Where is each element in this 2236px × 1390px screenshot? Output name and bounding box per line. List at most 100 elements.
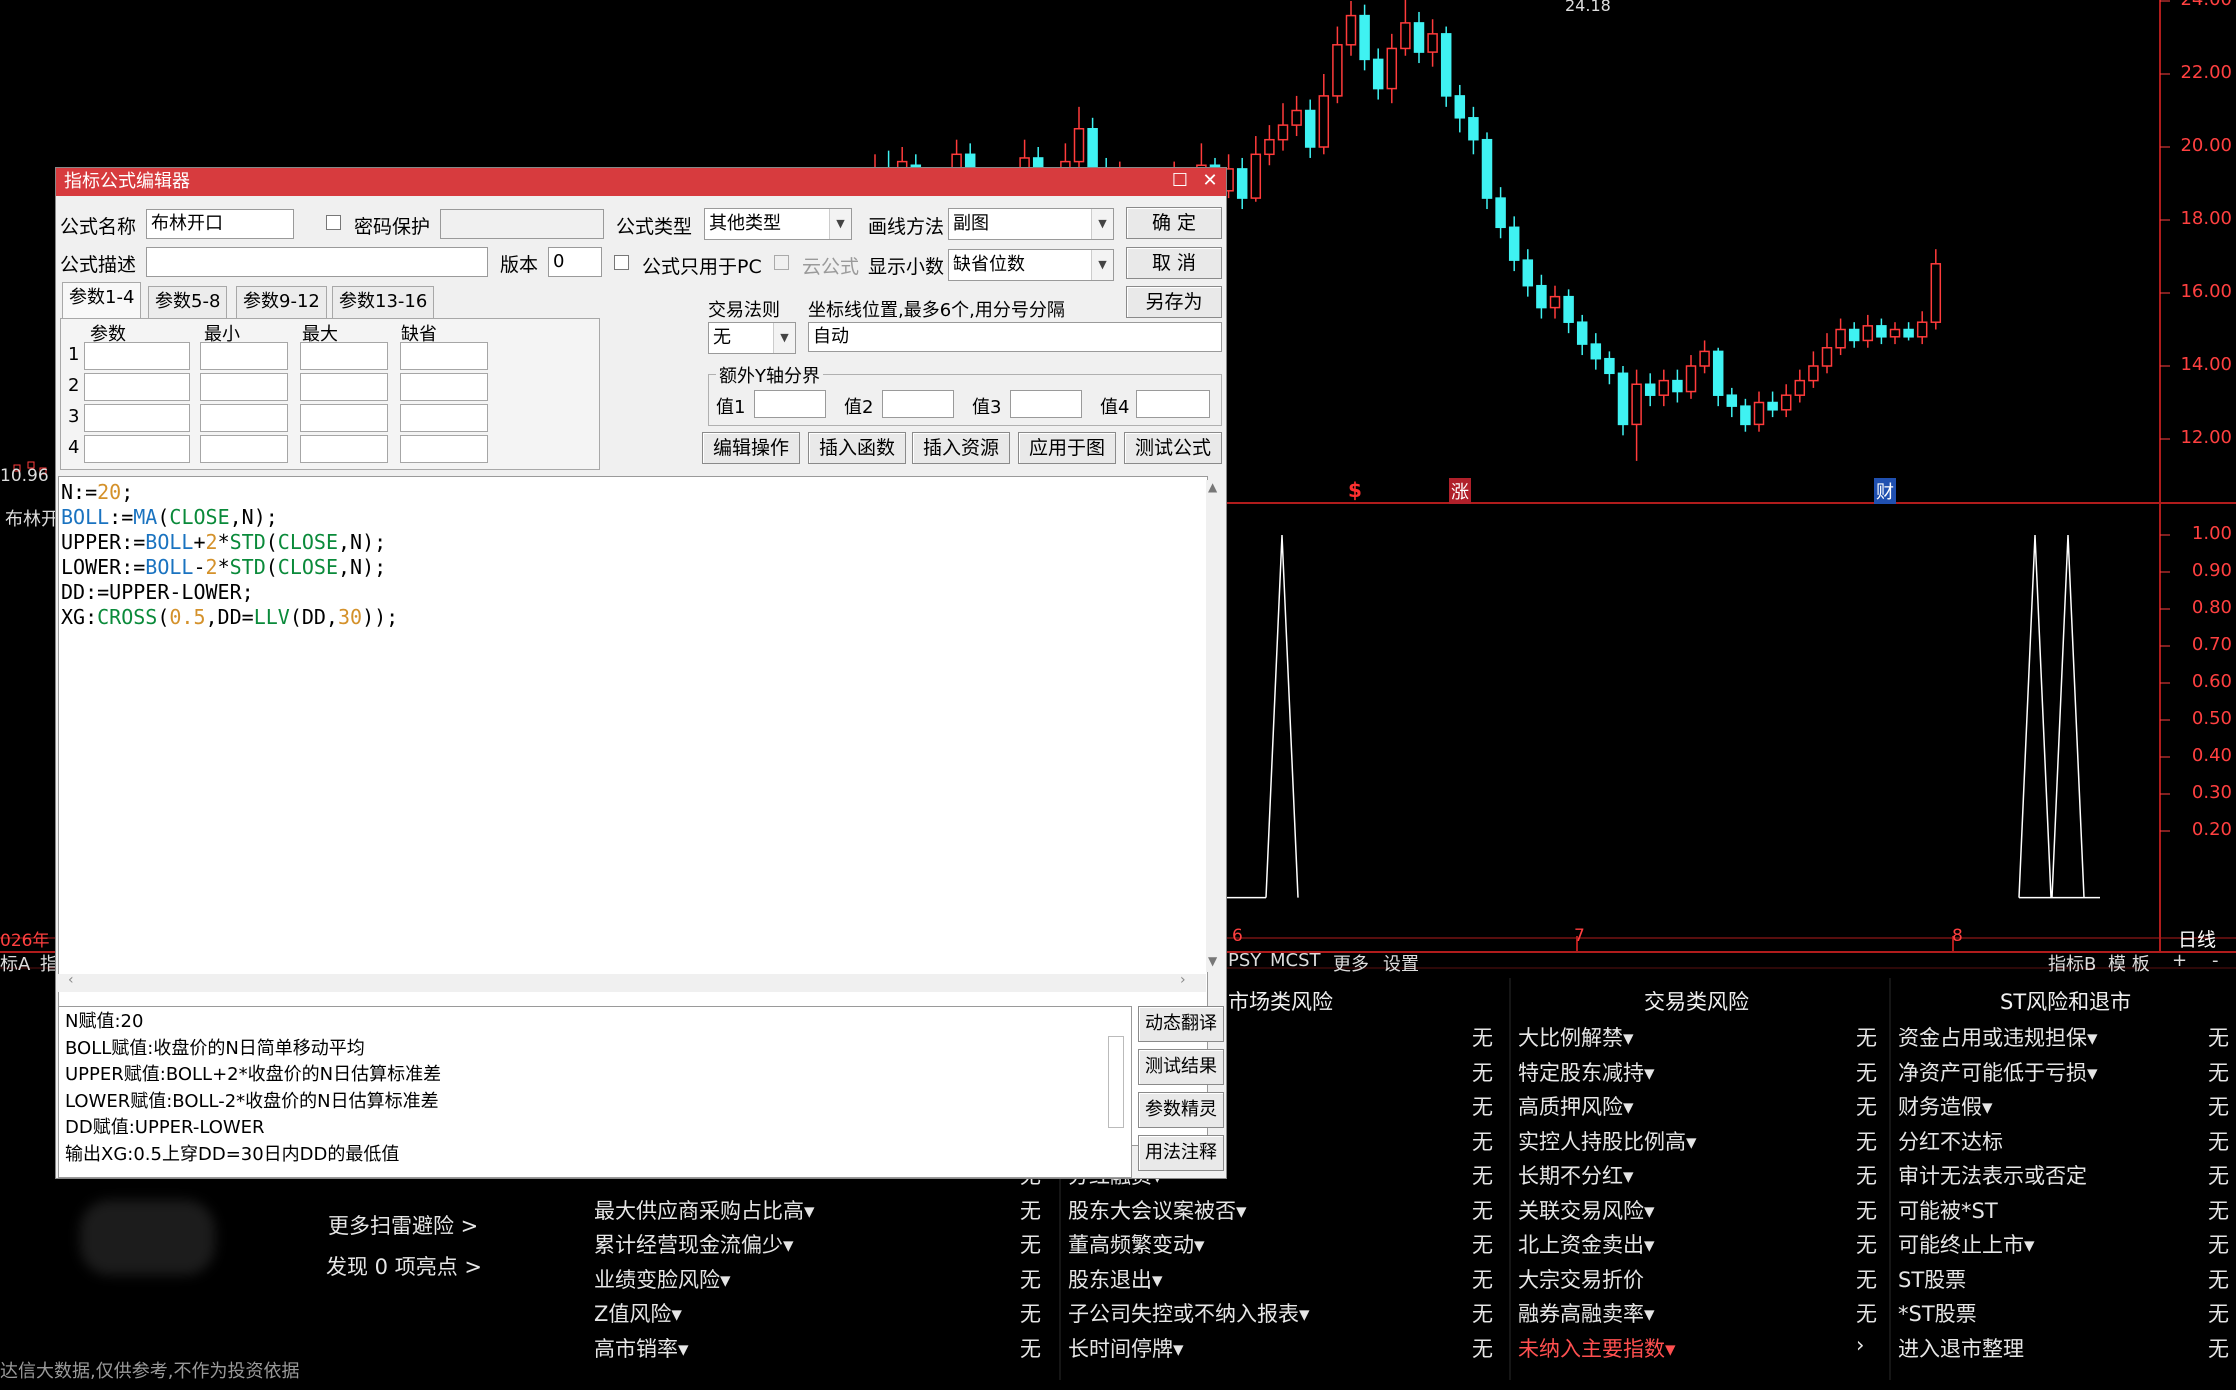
- apply-to-chart-button[interactable]: 应用于图: [1018, 432, 1116, 464]
- y-value-4-input[interactable]: [1136, 390, 1210, 418]
- zoom-out-button[interactable]: -: [2212, 950, 2219, 971]
- scroll-right-icon[interactable]: ›: [1180, 972, 1186, 988]
- param-cell[interactable]: [84, 404, 190, 432]
- tab-params-13-16[interactable]: 参数13-16: [332, 286, 435, 318]
- insert-resource-button[interactable]: 插入资源: [912, 432, 1010, 464]
- param-cell[interactable]: [84, 373, 190, 401]
- risk-item-name[interactable]: 分红不达标: [1898, 1126, 2003, 1156]
- risk-item-name[interactable]: 股东退出▾: [1068, 1264, 1163, 1294]
- dynamic-translate-button[interactable]: 动态翻译: [1138, 1006, 1224, 1042]
- risk-item-name[interactable]: 资金占用或违规担保▾: [1898, 1022, 2098, 1052]
- test-result-button[interactable]: 测试结果: [1138, 1049, 1224, 1085]
- zoom-in-button[interactable]: +: [2172, 950, 2187, 971]
- pc-only-checkbox[interactable]: [614, 255, 629, 270]
- param-cell[interactable]: [400, 435, 488, 463]
- y-value-2-input[interactable]: [882, 390, 954, 418]
- period-daily[interactable]: 日线: [2178, 925, 2216, 952]
- y-value-3-input[interactable]: [1010, 390, 1082, 418]
- risk-item-name[interactable]: 净资产可能低于亏损▾: [1898, 1057, 2098, 1087]
- tab-indicator-a[interactable]: 标A: [0, 950, 30, 976]
- param-cell[interactable]: [84, 342, 190, 370]
- draw-select[interactable]: 副图 ▼: [948, 208, 1114, 240]
- param-wizard-button[interactable]: 参数精灵: [1138, 1092, 1224, 1128]
- risk-item-name[interactable]: 北上资金卖出▾: [1518, 1229, 1655, 1259]
- tab-more[interactable]: 更多: [1333, 950, 1369, 976]
- desc-input[interactable]: [146, 247, 488, 277]
- coord-input[interactable]: 自动: [808, 322, 1222, 352]
- param-cell[interactable]: [84, 435, 190, 463]
- tab-template[interactable]: 模 板: [2108, 950, 2150, 976]
- risk-item-name[interactable]: 财务造假▾: [1898, 1091, 1993, 1121]
- risk-item-name[interactable]: 未纳入主要指数▾: [1518, 1333, 1676, 1363]
- risk-item-name[interactable]: 可能终止上市▾: [1898, 1229, 2035, 1259]
- risk-item-name[interactable]: Z值风险▾: [594, 1298, 682, 1328]
- risk-item-name[interactable]: *ST股票: [1898, 1298, 1977, 1328]
- risk-item-name[interactable]: 最大供应商采购占比高▾: [594, 1195, 815, 1225]
- risk-item-name[interactable]: 进入退市整理: [1898, 1333, 2024, 1363]
- password-checkbox[interactable]: [326, 215, 341, 230]
- scroll-up-icon[interactable]: ▲: [1208, 480, 1217, 494]
- param-cell[interactable]: [300, 435, 388, 463]
- edit-ops-button[interactable]: 编辑操作: [702, 432, 800, 464]
- close-icon[interactable]: ✕: [1198, 170, 1222, 192]
- type-select[interactable]: 其他类型 ▼: [704, 208, 852, 240]
- tab-mcst[interactable]: MCST: [1270, 950, 1321, 971]
- tab-settings[interactable]: 设置: [1383, 950, 1419, 976]
- risk-item-name[interactable]: 高市销率▾: [594, 1333, 689, 1363]
- risk-item-name[interactable]: 高质押风险▾: [1518, 1091, 1634, 1121]
- trade-rule-select[interactable]: 无 ▼: [708, 322, 796, 354]
- more-scan-link[interactable]: 更多扫雷避险 >: [328, 1210, 478, 1240]
- vertical-scrollbar[interactable]: [1206, 480, 1222, 972]
- notes-scrollbar[interactable]: [1108, 1036, 1124, 1128]
- param-cell[interactable]: [300, 342, 388, 370]
- risk-item-name[interactable]: 实控人持股比例高▾: [1518, 1126, 1697, 1156]
- cancel-button[interactable]: 取 消: [1126, 247, 1222, 279]
- dialog-titlebar[interactable]: 指标公式编辑器: [56, 168, 1226, 196]
- param-cell[interactable]: [200, 342, 288, 370]
- param-cell[interactable]: [300, 404, 388, 432]
- name-input[interactable]: 布林开口: [146, 209, 294, 239]
- param-cell[interactable]: [200, 404, 288, 432]
- risk-item-name[interactable]: 关联交易风险▾: [1518, 1195, 1655, 1225]
- risk-item-name[interactable]: 大比例解禁▾: [1518, 1022, 1634, 1052]
- risk-item-name[interactable]: 长期不分红▾: [1518, 1160, 1634, 1190]
- risk-item-name[interactable]: 业绩变脸风险▾: [594, 1264, 731, 1294]
- risk-item-name[interactable]: 股东大会议案被否▾: [1068, 1195, 1247, 1225]
- usage-notes-button[interactable]: 用法注释: [1138, 1135, 1224, 1171]
- tab-params-5-8[interactable]: 参数5-8: [148, 286, 228, 318]
- risk-item-name[interactable]: ST股票: [1898, 1264, 1966, 1294]
- tab-indicator-b[interactable]: 指标B: [2048, 950, 2096, 976]
- tab-params-1-4[interactable]: 参数1-4: [62, 282, 142, 318]
- risk-item-name[interactable]: 累计经营现金流偏少▾: [594, 1229, 794, 1259]
- scroll-down-icon[interactable]: ▼: [1208, 954, 1217, 968]
- risk-item-name[interactable]: 董高频繁变动▾: [1068, 1229, 1205, 1259]
- ok-button[interactable]: 确 定: [1126, 207, 1222, 239]
- saveas-button[interactable]: 另存为: [1126, 286, 1222, 318]
- param-cell[interactable]: [300, 373, 388, 401]
- scroll-left-icon[interactable]: ‹: [68, 972, 74, 988]
- cloud-checkbox[interactable]: [774, 255, 789, 270]
- tab-psy[interactable]: PSY: [1228, 950, 1261, 971]
- risk-item-name[interactable]: 可能被*ST: [1898, 1195, 1998, 1225]
- risk-item-name[interactable]: 长时间停牌▾: [1068, 1333, 1184, 1363]
- risk-item-name[interactable]: 子公司失控或不纳入报表▾: [1068, 1298, 1310, 1328]
- risk-item-name[interactable]: 特定股东减持▾: [1518, 1057, 1655, 1087]
- param-cell[interactable]: [400, 404, 488, 432]
- horizontal-scrollbar[interactable]: [58, 974, 1206, 992]
- y-value-1-input[interactable]: [754, 390, 826, 418]
- maximize-icon[interactable]: ☐: [1168, 170, 1192, 192]
- param-cell[interactable]: [200, 373, 288, 401]
- risk-item-name[interactable]: 融券高融卖率▾: [1518, 1298, 1655, 1328]
- version-input[interactable]: 0: [548, 247, 602, 277]
- param-cell[interactable]: [400, 342, 488, 370]
- param-cell[interactable]: [400, 373, 488, 401]
- risk-item-name[interactable]: 大宗交易折价: [1518, 1264, 1644, 1294]
- password-input[interactable]: [440, 209, 604, 239]
- param-cell[interactable]: [200, 435, 288, 463]
- risk-item-name[interactable]: 审计无法表示或否定: [1898, 1160, 2087, 1190]
- decimals-select[interactable]: 缺省位数 ▼: [948, 249, 1114, 281]
- insert-function-button[interactable]: 插入函数: [808, 432, 906, 464]
- tab-params-9-12[interactable]: 参数9-12: [236, 286, 327, 318]
- test-formula-button[interactable]: 测试公式: [1124, 432, 1222, 464]
- highlights-link[interactable]: 发现 0 项亮点 >: [326, 1251, 482, 1281]
